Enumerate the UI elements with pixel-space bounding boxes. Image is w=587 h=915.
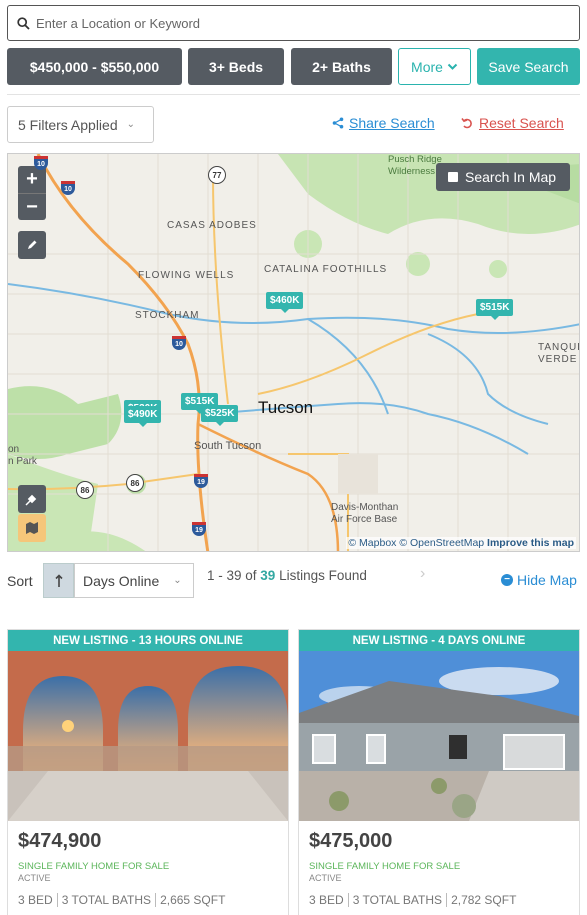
zoom-controls: + − bbox=[18, 166, 46, 220]
listing-sqft: 2,782 SQFT bbox=[446, 893, 517, 907]
map-label: Davis-Monthan Air Force Base bbox=[331, 502, 399, 525]
filters-applied-label: 5 Filters Applied bbox=[18, 116, 118, 133]
beds-filter-button[interactable]: 3+ Beds bbox=[188, 48, 284, 85]
more-filters-button[interactable]: More bbox=[398, 48, 471, 85]
highway-shield: 86 bbox=[76, 481, 94, 499]
baths-filter-label: 2+ Baths bbox=[312, 58, 371, 75]
listing-specs: 3 BED 3 TOTAL BATHS 2,665 SQFT bbox=[18, 893, 226, 907]
reset-search-label: Reset Search bbox=[479, 115, 564, 131]
results-range: 1 - 39 of bbox=[207, 568, 261, 583]
listing-status: ACTIVE bbox=[309, 873, 342, 883]
map-label: FLOWING WELLS bbox=[138, 270, 235, 281]
pencil-icon bbox=[28, 240, 37, 249]
map-background bbox=[8, 154, 579, 551]
results-total: 39 bbox=[260, 568, 276, 583]
listing-price: $475,000 bbox=[309, 830, 393, 852]
price-filter-button[interactable]: $450,000 - $550,000 bbox=[7, 48, 182, 85]
baths-filter-button[interactable]: 2+ Baths bbox=[291, 48, 392, 85]
interstate-shield: 19 bbox=[194, 474, 208, 488]
share-icon bbox=[332, 117, 344, 129]
listing-banner: NEW LISTING - 4 DAYS ONLINE bbox=[299, 630, 579, 651]
highway-shield: 77 bbox=[208, 166, 226, 184]
listing-photo[interactable] bbox=[8, 651, 288, 821]
sort-select-value: Days Online bbox=[83, 572, 160, 589]
listing-type: SINGLE FAMILY HOME FOR SALE bbox=[309, 861, 461, 872]
hide-map-label: Hide Map bbox=[517, 572, 577, 588]
improve-map-link[interactable]: Improve this map bbox=[487, 537, 574, 549]
listing-specs: 3 BED 3 TOTAL BATHS 2,782 SQFT bbox=[309, 893, 517, 907]
results-count: 1 - 39 of 39 Listings Found bbox=[207, 568, 367, 583]
zoom-out-button[interactable]: − bbox=[18, 193, 46, 220]
search-bar[interactable] bbox=[7, 5, 580, 41]
listing-pin[interactable]: $490K bbox=[124, 406, 162, 427]
city-label: Tucson bbox=[258, 398, 314, 417]
listing-card[interactable]: NEW LISTING - 13 HOURS ONLINE $474,900 S… bbox=[7, 629, 289, 915]
undo-icon bbox=[461, 118, 472, 129]
map-label: South Tucson bbox=[194, 440, 262, 452]
chevron-down-icon: ⌄ bbox=[126, 119, 135, 130]
listing-image bbox=[299, 651, 579, 821]
listing-type: SINGLE FAMILY HOME FOR SALE bbox=[18, 861, 170, 872]
satellite-button[interactable] bbox=[18, 485, 46, 513]
listing-banner: NEW LISTING - 13 HOURS ONLINE bbox=[8, 630, 288, 651]
listing-baths: 3 TOTAL BATHS bbox=[347, 893, 443, 907]
map-label: on bbox=[8, 444, 20, 455]
listing-beds: 3 BED bbox=[309, 893, 344, 907]
sort-label: Sort bbox=[7, 573, 33, 589]
sort-select[interactable]: Days Online ⌄ bbox=[74, 563, 194, 598]
map-label: CASAS ADOBES bbox=[167, 220, 257, 231]
map-layer-button[interactable] bbox=[18, 514, 46, 542]
more-filters-label: More bbox=[411, 58, 443, 75]
listing-status: ACTIVE bbox=[18, 873, 51, 883]
listing-baths: 3 TOTAL BATHS bbox=[56, 893, 152, 907]
chevron-down-icon: ⌄ bbox=[173, 575, 182, 586]
draw-button[interactable] bbox=[18, 231, 46, 259]
listing-photo[interactable] bbox=[299, 651, 579, 821]
listing-pin[interactable]: $525K bbox=[201, 405, 239, 426]
search-input[interactable] bbox=[36, 15, 579, 31]
map-attribution: © Mapbox © OpenStreetMap Improve this ma… bbox=[346, 537, 576, 549]
listing-sqft: 2,665 SQFT bbox=[155, 893, 226, 907]
next-page-icon[interactable]: › bbox=[420, 565, 425, 583]
sort-direction-button[interactable] bbox=[43, 563, 74, 598]
map-label: TANQUE VERDE bbox=[538, 342, 579, 365]
highway-shield: 86 bbox=[126, 474, 144, 492]
mapbox-link[interactable]: © Mapbox bbox=[348, 537, 396, 549]
map-icon bbox=[26, 522, 38, 534]
interstate-shield: 10 bbox=[172, 336, 186, 350]
reset-search-link[interactable]: Reset Search bbox=[461, 115, 564, 131]
beds-filter-label: 3+ Beds bbox=[208, 58, 264, 75]
share-search-link[interactable]: Share Search bbox=[332, 115, 435, 131]
results-suffix: Listings Found bbox=[275, 568, 367, 583]
interstate-shield: 10 bbox=[34, 156, 48, 170]
map-label: STOCKHAM bbox=[135, 310, 200, 321]
map-label: CATALINA FOOTHILLS bbox=[264, 264, 388, 275]
interstate-shield: 10 bbox=[61, 181, 75, 195]
listing-card[interactable]: NEW LISTING - 4 DAYS ONLINE $475,000 SIN… bbox=[298, 629, 580, 915]
filters-applied-dropdown[interactable]: 5 Filters Applied ⌄ bbox=[7, 106, 154, 143]
hide-map-link[interactable]: − Hide Map bbox=[501, 572, 577, 588]
price-filter-label: $450,000 - $550,000 bbox=[29, 58, 160, 75]
save-search-button[interactable]: Save Search bbox=[477, 48, 580, 85]
listing-image bbox=[8, 651, 288, 821]
share-search-label: Share Search bbox=[349, 115, 435, 131]
listing-pin[interactable]: $460K bbox=[266, 292, 304, 313]
map-label: n Park bbox=[8, 456, 37, 467]
search-icon bbox=[17, 16, 30, 30]
listing-pin[interactable]: $515K bbox=[476, 299, 514, 320]
map-label: Pusch Ridge Wilderness bbox=[388, 154, 442, 177]
satellite-icon bbox=[25, 494, 37, 506]
interstate-shield: 19 bbox=[192, 522, 206, 536]
osm-link[interactable]: © OpenStreetMap bbox=[399, 537, 484, 549]
arrow-up-icon bbox=[54, 573, 63, 587]
chevron-down-icon bbox=[447, 63, 458, 70]
save-search-label: Save Search bbox=[488, 58, 569, 75]
map[interactable]: + − Search In Map CASAS ADOBES FLOWING W… bbox=[7, 153, 580, 552]
divider bbox=[7, 94, 580, 95]
listing-price: $474,900 bbox=[18, 830, 102, 852]
zoom-in-button[interactable]: + bbox=[18, 166, 46, 193]
listing-beds: 3 BED bbox=[18, 893, 53, 907]
search-in-map-label: Search In Map bbox=[465, 169, 557, 185]
minus-circle-icon: − bbox=[501, 574, 513, 586]
